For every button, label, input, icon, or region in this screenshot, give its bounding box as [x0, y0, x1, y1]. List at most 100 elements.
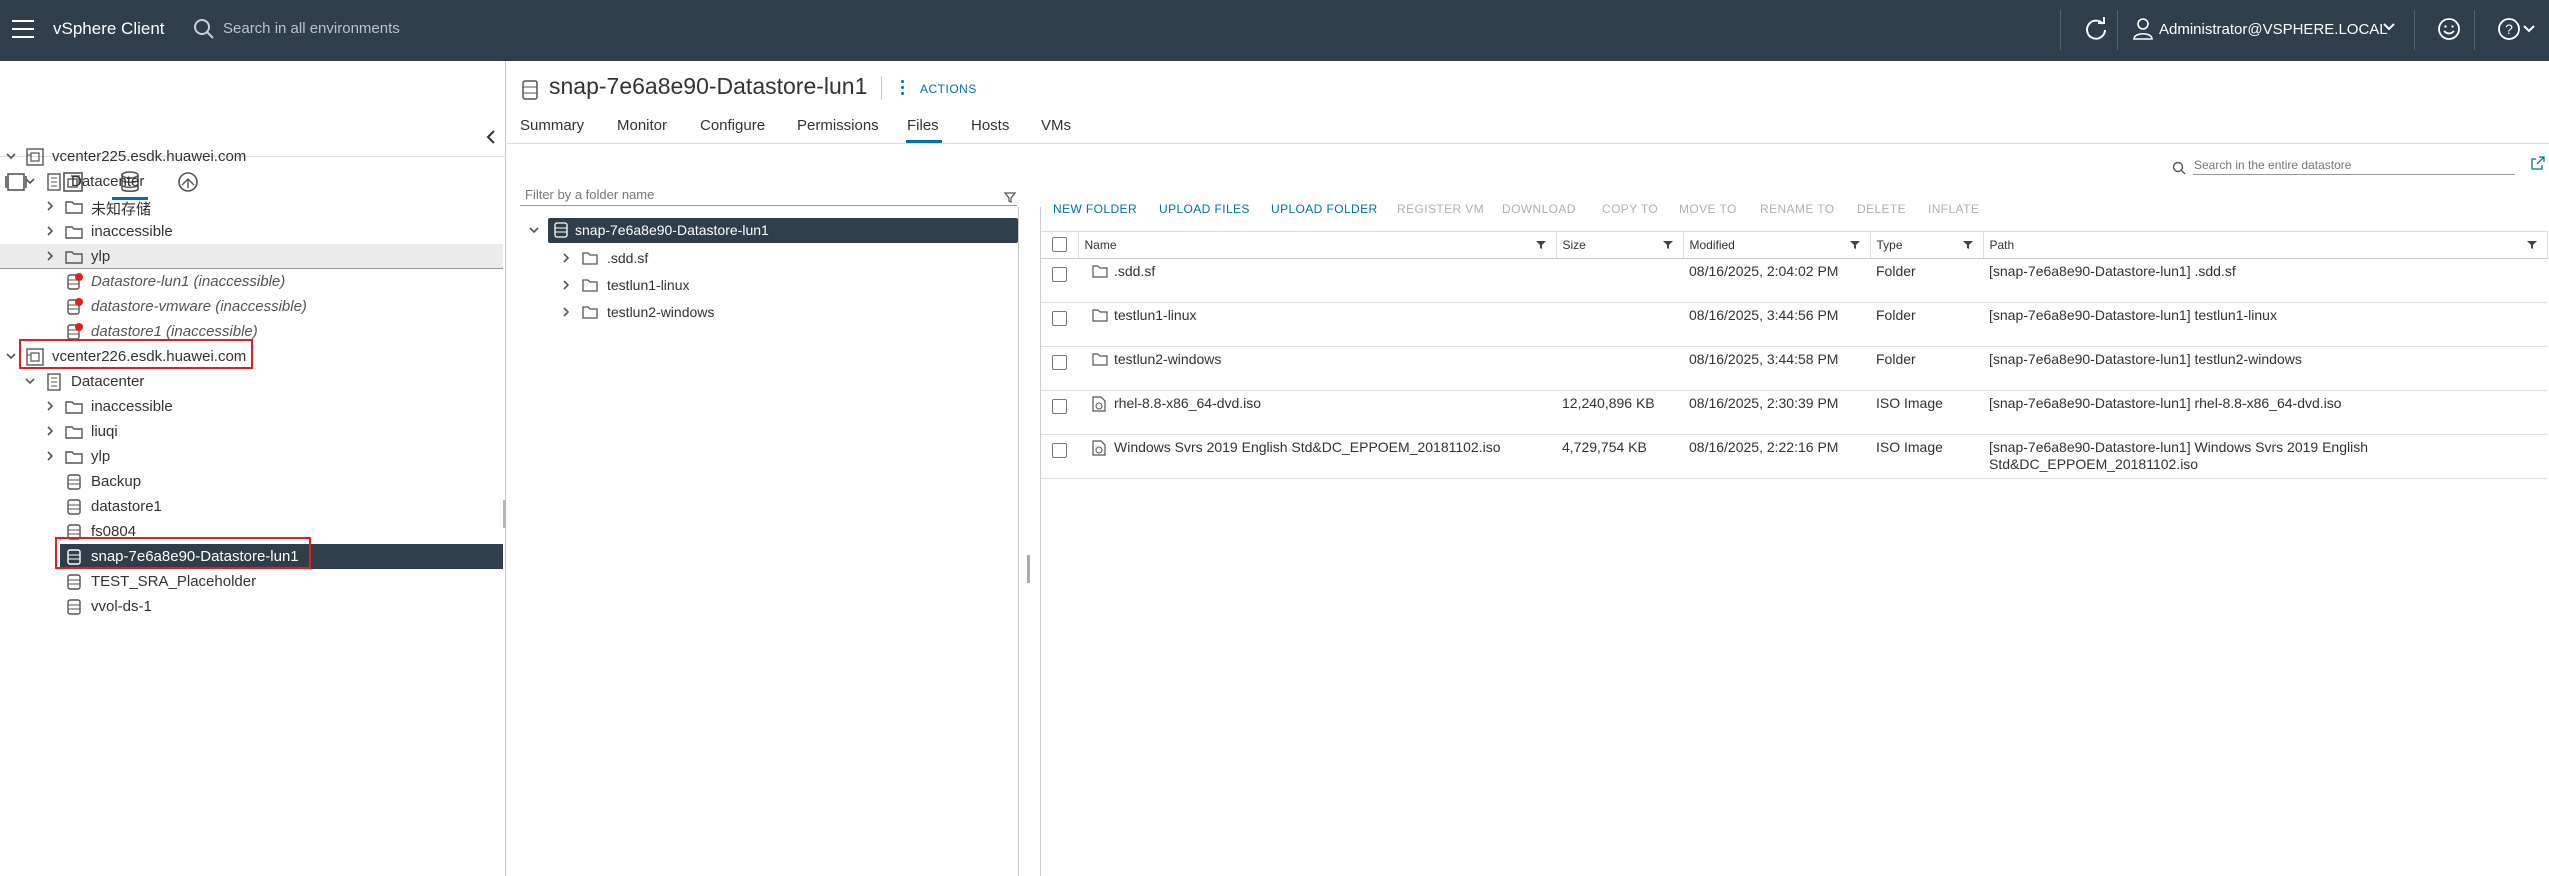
name-cell[interactable]: rhel-8.8-x86_64-dvd.iso [1078, 390, 1556, 435]
move-to-button[interactable]: MOVE TO [1679, 202, 1737, 216]
filter-icon[interactable] [1662, 240, 1673, 250]
tree-item-datacenter[interactable]: Datacenter [0, 369, 503, 394]
panel-resize-handle[interactable] [1027, 555, 1030, 583]
external-link-icon[interactable] [2531, 156, 2545, 170]
tab-hosts[interactable]: Hosts [971, 117, 1009, 134]
tab-monitor[interactable]: Monitor [617, 117, 667, 134]
tree-item-datastore[interactable]: vvol-ds-1 [0, 594, 503, 619]
folder-tree-item[interactable]: .sdd.sf [560, 246, 1010, 271]
svg-text:?: ? [2505, 21, 2513, 37]
table-row[interactable]: Windows Svrs 2019 English Std&DC_EPPOEM_… [1041, 434, 2547, 479]
table-row[interactable]: .sdd.sf 08/16/2025, 2:04:02 PM Folder [s… [1041, 258, 2547, 303]
folder-tree-item[interactable]: testlun2-windows [560, 300, 1010, 325]
tab-summary[interactable]: Summary [520, 117, 584, 134]
smiley-icon[interactable] [2437, 17, 2461, 41]
app-title[interactable]: vSphere Client [53, 19, 165, 39]
register-vm-button[interactable]: REGISTER VM [1397, 202, 1484, 216]
collapse-panel-icon[interactable] [484, 129, 498, 145]
upload-folder-button[interactable]: UPLOAD FOLDER [1271, 202, 1378, 216]
column-header-modified[interactable]: Modified [1683, 231, 1871, 259]
chevron-right-icon[interactable] [560, 279, 572, 291]
column-header-name[interactable]: Name [1078, 231, 1557, 259]
folder-tree-toggle[interactable] [526, 218, 550, 243]
folder-tree-root[interactable]: snap-7e6a8e90-Datastore-lun1 [548, 218, 1018, 243]
delete-button[interactable]: DELETE [1857, 202, 1906, 216]
inflate-button[interactable]: INFLATE [1928, 202, 1979, 216]
column-header-type[interactable]: Type [1870, 231, 1984, 259]
header-divider [2414, 10, 2415, 50]
actions-button[interactable]: ACTIONS [920, 82, 977, 96]
tab-files[interactable]: Files [907, 117, 939, 134]
actions-menu-icon[interactable] [901, 80, 905, 98]
row-checkbox[interactable] [1052, 267, 1067, 282]
filter-icon[interactable] [1535, 240, 1546, 250]
search-icon[interactable] [193, 18, 215, 40]
chevron-down-icon[interactable] [5, 150, 17, 162]
column-header-path[interactable]: Path [1983, 231, 2548, 259]
chevron-down-icon[interactable] [528, 224, 540, 236]
tree-item-folder[interactable]: ylp [0, 244, 503, 269]
tab-configure[interactable]: Configure [700, 117, 765, 134]
table-row[interactable]: testlun1-linux 08/16/2025, 3:44:56 PM Fo… [1041, 302, 2547, 347]
chevron-right-icon[interactable] [44, 400, 56, 412]
name-cell[interactable]: Windows Svrs 2019 English Std&DC_EPPOEM_… [1078, 434, 1556, 479]
select-all-checkbox[interactable] [1051, 237, 1067, 252]
filter-icon[interactable] [1962, 240, 1973, 250]
name-cell[interactable]: .sdd.sf [1078, 258, 1556, 303]
download-button[interactable]: DOWNLOAD [1502, 202, 1576, 216]
name-cell[interactable]: testlun1-linux [1078, 302, 1556, 347]
folder-tree-item[interactable]: testlun1-linux [560, 273, 1010, 298]
rename-to-button[interactable]: RENAME TO [1760, 202, 1835, 216]
folder-filter-input[interactable]: Filter by a folder name [525, 187, 654, 202]
chevron-right-icon[interactable] [560, 306, 572, 318]
chevron-right-icon[interactable] [44, 425, 56, 437]
chevron-down-icon[interactable] [2522, 22, 2536, 36]
tree-item-vcenter225[interactable]: vcenter225.esdk.huawei.com [0, 144, 503, 169]
tree-item-folder[interactable]: inaccessible [0, 219, 503, 244]
tree-item-datastore[interactable]: Backup [0, 469, 503, 494]
tree-item-folder[interactable]: ylp [0, 444, 503, 469]
row-checkbox[interactable] [1052, 355, 1067, 370]
table-row[interactable]: rhel-8.8-x86_64-dvd.iso 12,240,896 KB 08… [1041, 390, 2547, 435]
refresh-icon[interactable] [2084, 17, 2108, 41]
tree-item-folder[interactable]: 未知存储 [0, 194, 503, 219]
filter-icon[interactable] [2526, 240, 2537, 250]
chevron-right-icon[interactable] [44, 200, 56, 212]
chevron-down-icon[interactable] [24, 175, 36, 187]
new-folder-button[interactable]: NEW FOLDER [1053, 202, 1137, 216]
help-icon[interactable]: ? [2497, 17, 2521, 41]
tree-item-datastore[interactable]: datastore-vmware (inaccessible) [0, 294, 503, 319]
user-menu[interactable]: Administrator@VSPHERE.LOCAL [2159, 21, 2388, 38]
chevron-right-icon[interactable] [560, 252, 572, 264]
tree-item-folder[interactable]: inaccessible [0, 394, 503, 419]
column-header-size[interactable]: Size [1556, 231, 1684, 259]
global-search-input[interactable]: Search in all environments [223, 20, 400, 37]
chevron-down-icon[interactable] [2382, 20, 2396, 34]
chevron-right-icon[interactable] [44, 250, 56, 262]
chevron-down-icon[interactable] [24, 375, 36, 387]
file-name: Windows Svrs 2019 English Std&DC_EPPOEM_… [1114, 439, 1501, 455]
row-checkbox[interactable] [1052, 443, 1067, 458]
datastore-search-input[interactable]: Search in the entire datastore [2194, 158, 2351, 172]
table-row[interactable]: testlun2-windows 08/16/2025, 3:44:58 PM … [1041, 346, 2547, 391]
chevron-right-icon[interactable] [44, 225, 56, 237]
row-checkbox[interactable] [1052, 399, 1067, 414]
filter-icon[interactable] [1004, 191, 1016, 203]
tree-item-folder[interactable]: liuqi [0, 419, 503, 444]
row-checkbox[interactable] [1052, 311, 1067, 326]
filter-icon[interactable] [1849, 240, 1860, 250]
tree-item-datastore[interactable]: Datastore-lun1 (inaccessible) [0, 269, 503, 294]
tree-item-datastore[interactable]: datastore1 [0, 494, 503, 519]
tree-item-datastore[interactable]: TEST_SRA_Placeholder [0, 569, 503, 594]
chevron-right-icon[interactable] [44, 450, 56, 462]
copy-to-button[interactable]: COPY TO [1602, 202, 1658, 216]
tree-item-datacenter[interactable]: Datacenter [0, 169, 503, 194]
navigator-scrollbar[interactable] [503, 500, 506, 528]
tab-permissions[interactable]: Permissions [797, 117, 879, 134]
user-icon[interactable] [2133, 18, 2153, 40]
tab-vms[interactable]: VMs [1041, 117, 1071, 134]
name-cell[interactable]: testlun2-windows [1078, 346, 1556, 391]
upload-files-button[interactable]: UPLOAD FILES [1159, 202, 1250, 216]
menu-icon[interactable] [12, 20, 34, 40]
chevron-down-icon[interactable] [5, 350, 17, 362]
